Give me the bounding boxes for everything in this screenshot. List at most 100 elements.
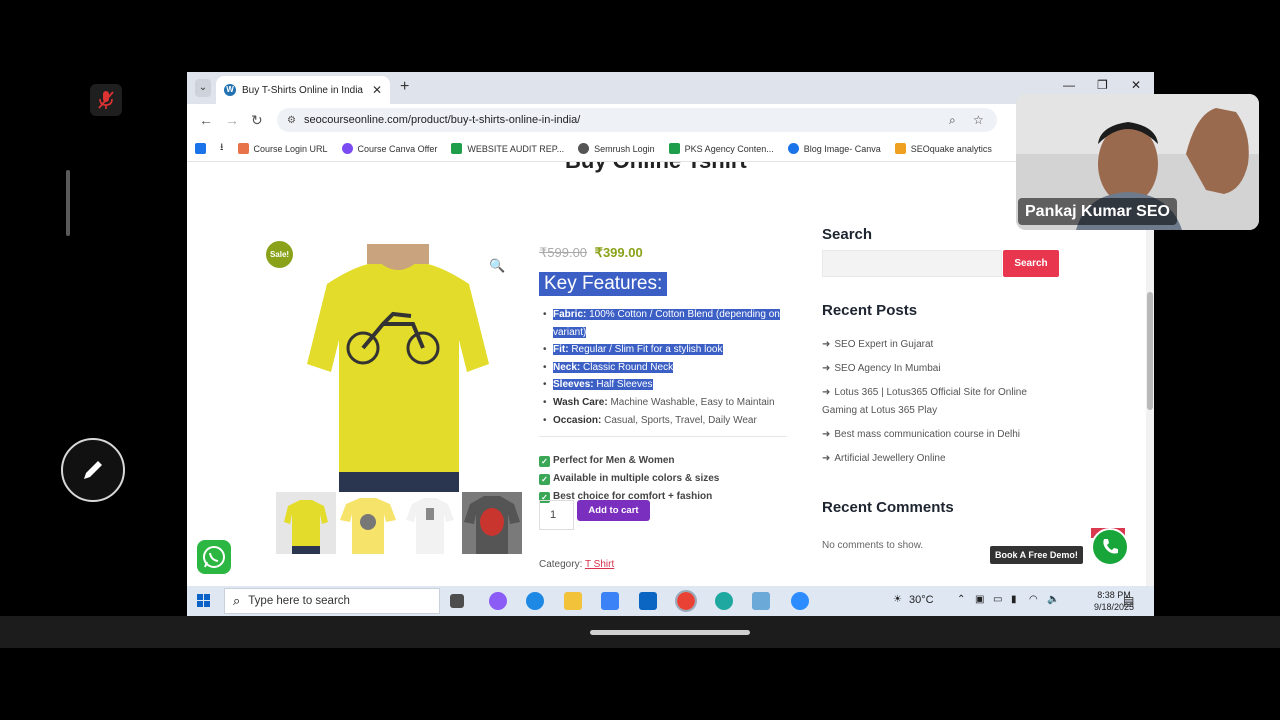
close-window-icon[interactable]: ✕ — [1131, 78, 1141, 92]
thumbnail-light-yellow-shirt[interactable] — [338, 492, 398, 554]
browser-window: ⌄ W Buy T-Shirts Online in India | Tr ✕ … — [187, 72, 1154, 586]
participant-name: Pankaj Kumar SEO — [1018, 198, 1177, 225]
list-item[interactable]: ➜ Lotus 365 | Lotus365 Official Site for … — [822, 384, 1052, 420]
key-features-heading: Key Features: — [539, 272, 668, 296]
product-category: Category: T Shirt — [539, 559, 615, 570]
bookmark-item[interactable]: Course Canva Offer — [341, 143, 437, 154]
minimize-icon[interactable]: — — [1063, 78, 1075, 92]
list-item[interactable]: ➜ SEO Expert in Gujarat — [822, 336, 1052, 354]
download-icon[interactable]: ⭳ — [220, 140, 224, 157]
screen: ⌄ W Buy T-Shirts Online in India | Tr ✕ … — [0, 0, 1280, 720]
bookmark-item[interactable]: Course Login URL — [237, 143, 328, 154]
tab-strip: ⌄ W Buy T-Shirts Online in India | Tr ✕ … — [187, 72, 1154, 104]
list-item: Fit: Regular / Slim Fit for a stylish lo… — [539, 341, 789, 359]
bookmark-item[interactable]: WEBSITE AUDIT REP... — [451, 143, 564, 154]
bookmark-item[interactable]: Semrush Login — [578, 143, 655, 154]
new-tab-button[interactable]: + — [400, 78, 409, 96]
list-item[interactable]: ➜ Artificial Jewellery Online — [822, 450, 1052, 468]
bookmark-item[interactable]: SEOquake analytics — [894, 143, 992, 154]
scrollbar-thumb[interactable] — [1147, 292, 1153, 410]
search-input[interactable] — [822, 250, 1002, 277]
tray-expand-icon[interactable]: ⌃ — [957, 594, 965, 605]
windows-taskbar: ⌕ Type here to search ☀ 30°C ⌃ ▣ ▭ ▮ ◠ 🔈… — [187, 586, 1154, 616]
gmail-bookmark-icon[interactable] — [195, 143, 206, 154]
list-item[interactable]: ➜ Best mass communication course in Delhi — [822, 426, 1052, 444]
outlook-icon[interactable] — [639, 592, 657, 610]
thumbnail-yellow-shirt[interactable] — [276, 492, 336, 554]
list-item: Sleeves: Half Sleeves — [539, 376, 789, 394]
browser-tab[interactable]: W Buy T-Shirts Online in India | Tr ✕ — [216, 76, 390, 104]
notepad-icon[interactable] — [752, 592, 770, 610]
site-info-icon[interactable]: ⚙ — [287, 115, 296, 126]
file-explorer-icon[interactable] — [564, 592, 582, 610]
feature-list: Fabric: 100% Cotton / Cotton Blend (depe… — [539, 306, 789, 429]
product-image[interactable] — [287, 244, 507, 492]
thumbnail-white-shirt[interactable] — [400, 492, 460, 554]
battery-icon[interactable]: ▭ — [993, 594, 1002, 605]
bookmark-star-icon[interactable]: ☆ — [973, 113, 984, 127]
category-link[interactable]: T Shirt — [585, 559, 614, 570]
bookmark-item[interactable]: Blog Image- Canva — [787, 143, 881, 154]
tab-search-dropdown[interactable]: ⌄ — [195, 79, 211, 97]
arrow-right-icon: ➜ — [822, 429, 831, 440]
price: ₹599.00 ₹399.00 — [539, 245, 643, 261]
toolbar: ← → ↻ ⚙ seocourseonline.com/product/buy-… — [187, 104, 1154, 136]
zoom-search-icon[interactable]: ⌕ — [949, 113, 956, 128]
quantity-input[interactable]: 1 — [539, 500, 574, 530]
list-item: ✓ Available in multiple colors & sizes — [539, 470, 719, 488]
back-icon[interactable]: ← — [199, 112, 213, 128]
home-indicator[interactable] — [590, 630, 750, 635]
forward-icon[interactable]: → — [225, 112, 239, 128]
product-page: Buy Online Tshirt Sale! 🔍 — [187, 162, 1154, 586]
arrow-right-icon: ➜ — [822, 363, 831, 374]
whatsapp-icon[interactable] — [197, 540, 231, 574]
arrow-right-icon: ➜ — [822, 387, 831, 398]
thumbnail-grey-shirt[interactable] — [462, 492, 522, 554]
copilot-icon[interactable] — [489, 592, 507, 610]
side-panel-handle[interactable] — [66, 170, 70, 236]
reload-icon[interactable]: ↻ — [251, 112, 263, 129]
zoom-app-icon[interactable] — [791, 592, 809, 610]
store-icon[interactable] — [601, 592, 619, 610]
usb-icon[interactable]: ▮ — [1011, 594, 1017, 605]
phone-call-icon[interactable] — [1091, 528, 1129, 566]
book-demo-label[interactable]: Book A Free Demo! — [990, 546, 1083, 564]
search-heading: Search — [822, 226, 873, 243]
pen-icon[interactable] — [61, 438, 125, 502]
close-tab-icon[interactable]: ✕ — [372, 83, 382, 97]
checkmark-icon: ✓ — [539, 474, 550, 485]
list-item: Neck: Classic Round Neck — [539, 359, 789, 377]
tray-app-icon[interactable]: ▣ — [975, 594, 984, 605]
task-view-icon[interactable] — [450, 594, 464, 608]
restore-icon[interactable]: ❐ — [1097, 78, 1108, 92]
list-item[interactable]: ➜ SEO Agency In Mumbai — [822, 360, 1052, 378]
old-price: ₹599.00 — [539, 245, 588, 260]
recent-posts-list: ➜ SEO Expert in Gujarat ➜ SEO Agency In Mu… — [822, 336, 1052, 474]
taskbar-search-input[interactable]: ⌕ Type here to search — [224, 588, 440, 614]
search-icon: ⌕ — [233, 593, 241, 608]
windows-start-icon[interactable] — [197, 594, 211, 613]
search-button[interactable]: Search — [1003, 250, 1059, 277]
chrome-icon[interactable] — [675, 590, 697, 612]
checkmark-icon: ✓ — [539, 456, 550, 467]
edge-icon[interactable] — [526, 592, 544, 610]
volume-icon[interactable]: 🔈 — [1047, 594, 1059, 605]
recent-posts-heading: Recent Posts — [822, 302, 918, 319]
divider — [539, 436, 787, 437]
address-bar[interactable]: ⚙ seocourseonline.com/product/buy-t-shir… — [277, 108, 997, 132]
wifi-icon[interactable]: ◠ — [1029, 594, 1038, 605]
temperature: 30°C — [909, 594, 934, 606]
sale-badge: Sale! — [266, 241, 293, 268]
weather-icon[interactable]: ☀ — [893, 594, 902, 605]
zoom-magnifier-icon[interactable]: 🔍 — [489, 258, 505, 274]
app-icon[interactable] — [715, 592, 733, 610]
list-item: Wash Care: Machine Washable, Easy to Mai… — [539, 394, 789, 412]
add-to-cart-button[interactable]: Add to cart — [577, 500, 650, 521]
list-item: Fabric: 100% Cotton / Cotton Blend (depe… — [539, 306, 789, 341]
bookmark-item[interactable]: PKS Agency Conten... — [668, 143, 774, 154]
list-item: ✓ Perfect for Men & Women — [539, 452, 719, 470]
arrow-right-icon: ➜ — [822, 339, 831, 350]
mic-muted-icon[interactable] — [90, 84, 122, 116]
arrow-right-icon: ➜ — [822, 453, 831, 464]
notifications-icon[interactable]: ▤ — [1123, 594, 1134, 608]
